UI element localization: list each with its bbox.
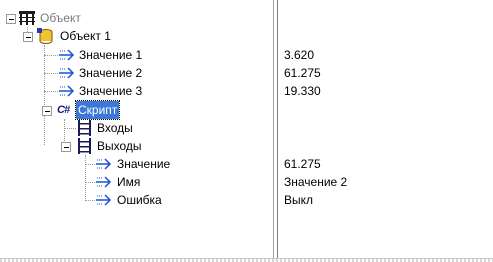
tree-node-root-label: Объект xyxy=(40,11,81,25)
tree-node-outputs-label: Выходы xyxy=(97,139,142,153)
tree-node-output-error[interactable]: Ошибка xyxy=(0,191,273,209)
ladder-icon xyxy=(78,120,91,136)
tree-connector xyxy=(64,128,76,129)
tree-node-object1[interactable]: Объект 1 xyxy=(0,27,273,45)
tree-node-object1-label: Объект 1 xyxy=(60,29,111,43)
value-cell: Выкл xyxy=(284,193,314,207)
tree-node-output-value-label: Значение xyxy=(117,157,171,171)
tree-node-outputs[interactable]: Выходы xyxy=(0,137,273,155)
value-pane: 3.620 61.275 19.330 61.275 Значение 2 Вы… xyxy=(278,0,491,258)
tree-node-output-error-label: Ошибка xyxy=(117,193,162,207)
value-cell: 61.275 xyxy=(284,66,321,80)
value-row: 61.275 xyxy=(278,64,491,82)
tree-connector xyxy=(85,200,95,201)
collapse-toggle-outputs[interactable] xyxy=(61,142,71,152)
csharp-icon: C# xyxy=(57,104,70,116)
arrow-port-icon xyxy=(59,49,75,61)
value-cell: Значение 2 xyxy=(284,175,348,189)
tree-connector xyxy=(85,182,95,183)
tree-node-script[interactable]: C# Скрипт xyxy=(0,100,273,120)
arrow-port-icon xyxy=(96,176,112,188)
value-row: 19.330 xyxy=(278,82,491,100)
tree-connector xyxy=(85,164,95,165)
value-row: 61.275 xyxy=(278,155,491,173)
tree-connector xyxy=(44,73,58,74)
ladder-icon xyxy=(78,138,91,154)
tree-node-value2[interactable]: Значение 2 xyxy=(0,64,273,82)
tree-connector xyxy=(44,55,58,56)
arrow-port-icon xyxy=(59,67,75,79)
value-cell: 3.620 xyxy=(284,48,315,62)
collapse-toggle-root[interactable] xyxy=(6,14,16,24)
tree-node-output-name[interactable]: Имя xyxy=(0,173,273,191)
tree-connector xyxy=(44,91,58,92)
table-tree-icon xyxy=(19,11,35,25)
horizontal-scrollbar[interactable] xyxy=(0,258,493,262)
collapse-toggle-object1[interactable] xyxy=(23,32,33,42)
arrow-port-icon xyxy=(96,158,112,170)
tree-node-value1[interactable]: Значение 1 xyxy=(0,46,273,64)
tree-node-inputs[interactable]: Входы xyxy=(0,119,273,137)
value-row: Выкл xyxy=(278,191,491,209)
tree-node-root[interactable]: Объект xyxy=(0,9,273,27)
tree-view-window: Объект Объект 1 Значение 1 Значение 2 Зн… xyxy=(0,0,493,262)
tree-node-output-name-label: Имя xyxy=(117,175,141,189)
value-cell: 19.330 xyxy=(284,84,321,98)
collapse-toggle-script[interactable] xyxy=(42,106,52,116)
tree-node-value3[interactable]: Значение 3 xyxy=(0,82,273,100)
tree-node-inputs-label: Входы xyxy=(97,121,133,135)
tree-pane[interactable]: Объект Объект 1 Значение 1 Значение 2 Зн… xyxy=(0,0,274,258)
cylinder-db-icon xyxy=(37,28,53,44)
arrow-port-icon xyxy=(96,194,112,206)
tree-node-value1-label: Значение 1 xyxy=(79,48,143,62)
value-row: 3.620 xyxy=(278,46,491,64)
value-row: Значение 2 xyxy=(278,173,491,191)
tree-node-value2-label: Значение 2 xyxy=(79,66,143,80)
value-cell: 61.275 xyxy=(284,157,321,171)
tree-node-output-value[interactable]: Значение xyxy=(0,155,273,173)
tree-node-script-label: Скрипт xyxy=(74,100,121,120)
tree-node-value3-label: Значение 3 xyxy=(79,84,143,98)
arrow-port-icon xyxy=(59,85,75,97)
